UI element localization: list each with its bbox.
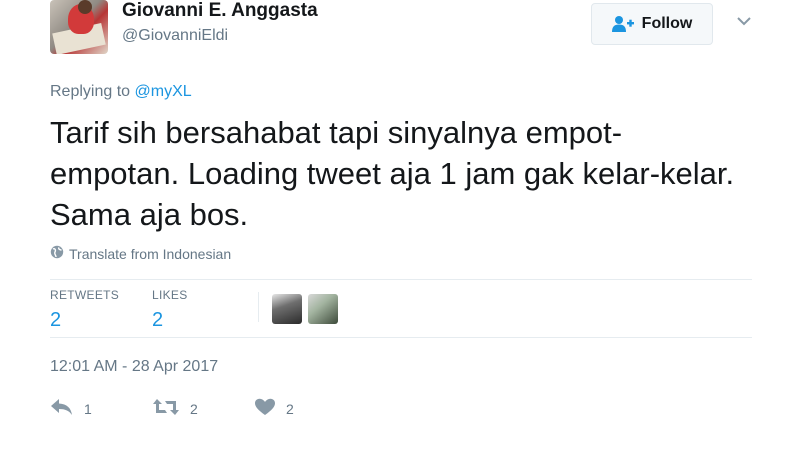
tweet-text: Tarif sih bersahabat tapi sinyalnya empo…	[50, 115, 735, 232]
heart-icon	[254, 398, 276, 419]
author-handle[interactable]: @GiovanniEldi	[122, 27, 228, 45]
replying-to-line: Replying to @myXL	[50, 83, 192, 101]
reply-count: 1	[84, 400, 92, 417]
chevron-down-icon[interactable]	[736, 14, 752, 32]
replying-mention-link[interactable]: @myXL	[135, 83, 192, 100]
likes-stat[interactable]: LIKES 2	[152, 288, 188, 332]
liker-avatar[interactable]	[272, 294, 302, 324]
retweets-stat[interactable]: RETWEETS 2	[50, 288, 119, 332]
follow-button[interactable]: Follow	[591, 3, 713, 45]
liker-avatar[interactable]	[308, 294, 338, 324]
replying-prefix: Replying to	[50, 83, 131, 100]
tweet-timestamp[interactable]: 12:01 AM - 28 Apr 2017	[50, 358, 218, 376]
retweet-button[interactable]: 2	[152, 398, 198, 419]
like-count: 2	[286, 400, 294, 417]
divider-bottom	[50, 337, 752, 338]
like-button[interactable]: 2	[254, 398, 294, 419]
globe-icon	[50, 245, 64, 262]
user-add-icon	[611, 15, 634, 33]
likes-value: 2	[152, 309, 164, 331]
reply-button[interactable]: 1	[50, 398, 92, 419]
retweet-icon	[152, 398, 180, 419]
divider-top	[50, 279, 752, 280]
retweets-label: RETWEETS	[50, 288, 120, 302]
likes-label: LIKES	[152, 288, 188, 302]
stats-separator	[258, 292, 259, 322]
follow-label: Follow	[641, 15, 693, 32]
translate-link[interactable]: Translate from Indonesian	[50, 245, 231, 262]
author-name[interactable]: Giovanni E. Anggasta	[122, 0, 318, 22]
retweets-value: 2	[50, 309, 62, 331]
reply-icon	[50, 398, 74, 419]
author-avatar[interactable]	[50, 0, 108, 54]
retweet-count: 2	[190, 400, 198, 417]
translate-label: Translate from Indonesian	[69, 245, 232, 262]
